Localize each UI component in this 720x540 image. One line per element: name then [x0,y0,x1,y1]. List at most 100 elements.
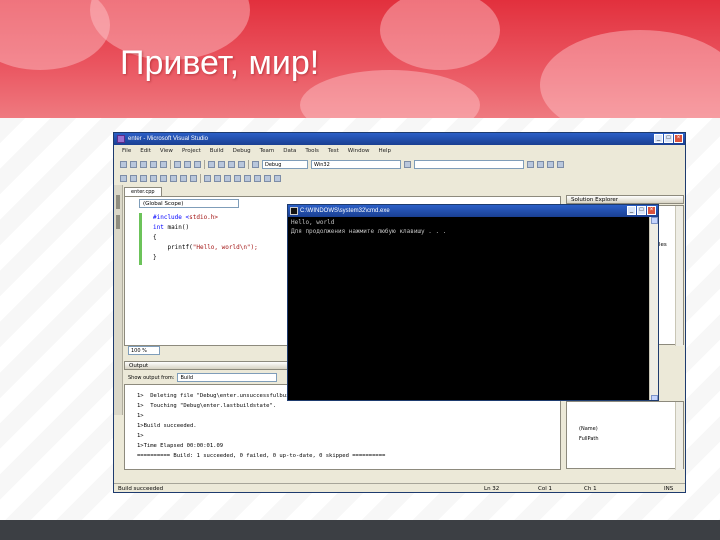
breakpoints-icon[interactable] [234,174,241,182]
cloud-decoration [380,0,500,70]
step-out-icon[interactable] [224,174,231,182]
uncomment-icon[interactable] [150,174,157,182]
console-output[interactable]: Hello, world Для продолжения нажмите люб… [288,217,650,400]
step-over-icon[interactable] [214,174,221,182]
console-title: C:\WINDOWS\system32\cmd.exe [300,208,390,214]
close-button[interactable]: × [674,134,683,143]
console-maximize-button[interactable]: □ [637,206,646,215]
navigate-back-icon[interactable] [228,160,235,168]
toolbar-separator [248,159,249,169]
redo-icon[interactable] [218,160,225,168]
toolbox-side-strip[interactable] [114,185,123,415]
output-line: 1>Time Elapsed 00:00:01.09 [137,443,224,449]
property-name[interactable]: (Name) [579,426,598,432]
next-bookmark-icon[interactable] [180,174,187,182]
new-project-icon[interactable] [120,160,127,168]
maximize-button[interactable]: □ [664,134,673,143]
menu-test[interactable]: Test [328,148,339,154]
toolbox-tab[interactable] [116,215,120,229]
toolbar-separator [204,159,205,169]
console-minimize-button[interactable]: _ [627,206,636,215]
minimize-button[interactable]: _ [654,134,663,143]
console-scrollbar[interactable] [649,217,658,400]
properties-icon[interactable] [547,160,554,168]
threads-icon[interactable] [274,174,281,182]
menu-data[interactable]: Data [283,148,296,154]
tab-enter-cpp[interactable]: enter.cpp [124,187,162,196]
copy-icon[interactable] [184,160,191,168]
status-line: Ln 32 [484,486,500,492]
document-tabs: enter.cpp [124,187,554,196]
property-fullpath[interactable]: FullPath [579,436,599,442]
console-close-button[interactable]: × [647,206,656,215]
menu-help[interactable]: Help [378,148,391,154]
output-show-label: Show output from: [128,374,175,381]
code-line[interactable]: { [153,234,157,241]
start-debugging-icon[interactable] [252,160,259,168]
find-icon[interactable] [404,160,411,168]
watch-icon[interactable] [244,174,251,182]
toolbox-icon[interactable] [557,160,564,168]
output-line: 1> Deleting file "Debug\enter.unsuccessf… [137,393,303,399]
console-titlebar[interactable]: C:\WINDOWS\system32\cmd.exe _ □ × [288,205,658,217]
console-icon [290,207,298,215]
slide-header: Привет, мир! [0,0,720,118]
vs-menubar: File Edit View Project Build Debug Team … [114,145,685,156]
code-line[interactable]: #include <stdio.h> [153,214,218,221]
vs-window-title: enter - Microsoft Visual Studio [128,136,208,142]
scroll-up-arrow-icon[interactable] [651,217,658,224]
save-icon[interactable] [150,160,157,168]
scroll-down-arrow-icon[interactable] [651,395,658,400]
add-item-icon[interactable] [130,160,137,168]
solution-scrollbar[interactable] [675,206,683,346]
menu-file[interactable]: File [122,148,131,154]
console-window[interactable]: C:\WINDOWS\system32\cmd.exe _ □ × Hello,… [287,204,659,401]
text-editor-toolbar [114,171,685,185]
bookmark-icon[interactable] [160,174,167,182]
visual-studio-icon [117,135,125,143]
scope-combo[interactable]: (Global Scope) [139,199,239,208]
prev-bookmark-icon[interactable] [170,174,177,182]
output-line: 1>Build succeeded. [137,423,197,429]
outdent-icon[interactable] [130,174,137,182]
menu-edit[interactable]: Edit [140,148,151,154]
call-stack-icon[interactable] [264,174,271,182]
menu-view[interactable]: View [160,148,173,154]
navigate-forward-icon[interactable] [238,160,245,168]
solution-explorer-title: Solution Explorer [571,197,619,203]
paste-icon[interactable] [194,160,201,168]
menu-project[interactable]: Project [182,148,201,154]
locals-icon[interactable] [254,174,261,182]
output-line: 1> [137,413,144,419]
code-line[interactable]: printf("Hello, world\n"); [153,244,257,251]
solution-explorer-icon[interactable] [537,160,544,168]
undo-icon[interactable] [208,160,215,168]
menu-build[interactable]: Build [210,148,224,154]
output-source-combo[interactable]: Build [177,373,278,382]
solution-configuration-combo[interactable]: Debug [262,159,308,169]
vs-titlebar[interactable]: enter - Microsoft Visual Studio _ □ × [114,133,685,145]
comment-icon[interactable] [140,174,147,182]
menu-tools[interactable]: Tools [305,148,319,154]
step-into-icon[interactable] [204,174,211,182]
code-line[interactable]: int main() [153,224,189,231]
menu-debug[interactable]: Debug [233,148,251,154]
toolbar-separator [200,173,201,183]
standard-toolbar: Debug Win32 [114,157,685,171]
properties-window[interactable]: (Name) FullPath [566,401,684,470]
cut-icon[interactable] [174,160,181,168]
open-file-icon[interactable] [140,160,147,168]
find-combo[interactable] [414,159,524,169]
menu-team[interactable]: Team [260,148,275,154]
menu-window[interactable]: Window [348,148,370,154]
server-explorer-tab[interactable] [116,195,120,209]
save-all-icon[interactable] [160,160,167,168]
code-line[interactable]: } [153,254,157,261]
find-in-files-icon[interactable] [527,160,534,168]
clear-bookmarks-icon[interactable] [190,174,197,182]
solution-platform-combo[interactable]: Win32 [311,159,401,169]
indent-icon[interactable] [120,174,127,182]
solution-tree-item[interactable]: les [659,242,667,248]
zoom-combo[interactable]: 100 % [128,346,160,355]
properties-scrollbar[interactable] [675,402,683,470]
